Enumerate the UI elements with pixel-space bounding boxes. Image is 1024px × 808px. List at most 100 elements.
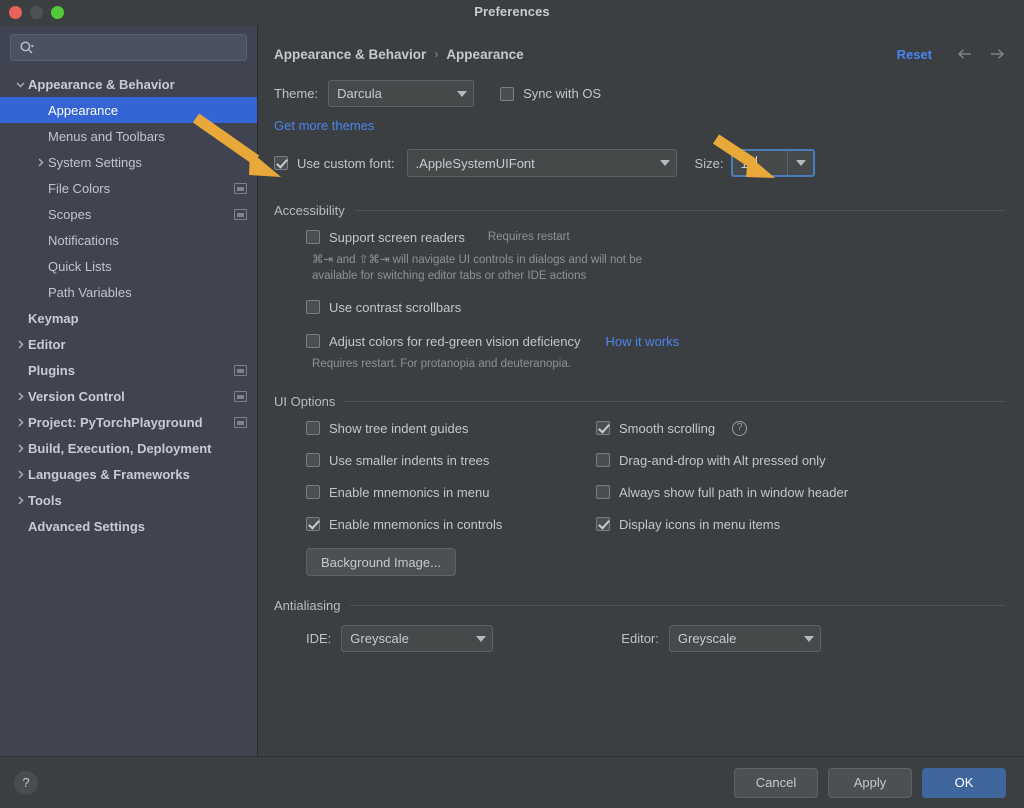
sidebar-item-keymap[interactable]: Keymap (0, 305, 257, 331)
breadcrumb-item-parent[interactable]: Appearance & Behavior (274, 47, 426, 62)
sidebar-item-editor[interactable]: Editor (0, 331, 257, 357)
get-more-themes-link[interactable]: Get more themes (274, 118, 374, 133)
ui-option-display-icons-in-menu-items-row[interactable]: Display icons in menu items (596, 513, 1006, 535)
ui-option-show-tree-indent-guides-row[interactable]: Show tree indent guides (306, 417, 596, 439)
support-screen-readers-checkbox[interactable] (306, 230, 320, 244)
search-box[interactable] (10, 34, 247, 61)
contrast-scrollbars-row[interactable]: Use contrast scrollbars (306, 296, 1006, 318)
ui-option-use-smaller-indents-in-trees-row[interactable]: Use smaller indents in trees (306, 449, 596, 471)
section-divider (344, 401, 1006, 402)
font-size-input[interactable]: 14 (733, 151, 787, 175)
adjust-colors-row[interactable]: Adjust colors for red-green vision defic… (306, 330, 1006, 352)
sync-with-os-checkbox[interactable] (500, 86, 515, 101)
antialiasing-row: IDE: Greyscale Editor: Greyscale (306, 625, 1006, 652)
breadcrumb-item-current: Appearance (446, 46, 524, 62)
contrast-scrollbars-checkbox[interactable] (306, 300, 320, 314)
sidebar-search-wrap (0, 34, 257, 69)
ui-option-checkbox[interactable] (306, 453, 320, 467)
help-question-icon[interactable]: ? (732, 420, 748, 436)
sidebar-item-label: Editor (28, 336, 66, 352)
font-size-dropdown-button[interactable] (787, 151, 814, 175)
cancel-button[interactable]: Cancel (734, 767, 818, 798)
editor-antialiasing-select[interactable]: Greyscale (668, 625, 821, 652)
chevron-down-icon (798, 635, 820, 642)
adjust-colors-checkbox[interactable] (306, 334, 320, 348)
ui-option-checkbox[interactable] (596, 453, 610, 467)
screen-readers-detail-line2: available for switching editor tabs or o… (312, 270, 587, 282)
sidebar-item-system-settings[interactable]: System Settings (0, 149, 257, 175)
sidebar-item-label: Build, Execution, Deployment (28, 440, 212, 456)
accessibility-options: Support screen readers Requires restart … (306, 226, 1006, 372)
sidebar-item-tools[interactable]: Tools (0, 487, 257, 513)
sync-with-os-row[interactable]: Sync with OS (500, 83, 601, 105)
ui-option-checkbox[interactable] (306, 517, 320, 531)
chevron-right-icon[interactable] (12, 495, 28, 506)
ui-option-label: Display icons in menu items (619, 516, 781, 532)
chevron-right-icon[interactable] (12, 339, 28, 350)
sidebar-item-version-control[interactable]: Version Control (0, 383, 257, 409)
apply-button[interactable]: Apply (828, 767, 912, 798)
sidebar-item-project-pytorchplayground[interactable]: Project: PyTorchPlayground (0, 409, 257, 435)
ok-button[interactable]: OK (922, 767, 1006, 798)
ui-option-label: Use smaller indents in trees (329, 452, 490, 468)
support-screen-readers-detail: ⌘⇥ and ⇧⌘⇥ will navigate UI controls in … (312, 252, 1006, 284)
font-family-select[interactable]: .AppleSystemUIFont (406, 149, 677, 177)
arrow-right-icon[interactable] (988, 45, 1006, 63)
arrow-left-icon[interactable] (956, 45, 974, 63)
sidebar-item-build-execution-deployment[interactable]: Build, Execution, Deployment (0, 435, 257, 461)
preferences-window: Preferences Appearance & Behavior Appeara (0, 0, 1024, 808)
sidebar-item-advanced-settings[interactable]: Advanced Settings (0, 513, 257, 539)
sidebar-item-appearance[interactable]: Appearance (0, 97, 257, 123)
font-family-value: .AppleSystemUIFont (415, 155, 535, 171)
theme-row: Theme: Darcula Sync with OS (274, 80, 1006, 107)
sidebar-item-appearance-behavior[interactable]: Appearance & Behavior (0, 71, 257, 97)
chevron-down-icon (470, 635, 492, 642)
chevron-right-icon[interactable] (12, 417, 28, 428)
background-image-button[interactable]: Background Image... (306, 548, 456, 576)
support-screen-readers-row[interactable]: Support screen readers Requires restart (306, 226, 1006, 248)
chevron-right-icon[interactable] (12, 469, 28, 480)
ide-antialiasing-select[interactable]: Greyscale (341, 625, 494, 652)
settings-content: Appearance & Behavior › Appearance Reset (258, 26, 1024, 756)
ui-option-checkbox[interactable] (596, 421, 610, 435)
ui-option-always-show-full-path-in-window-header-row[interactable]: Always show full path in window header (596, 481, 1006, 503)
sidebar-item-plugins[interactable]: Plugins (0, 357, 257, 383)
ui-option-checkbox[interactable] (306, 421, 320, 435)
ui-options-section-header: UI Options (274, 394, 1006, 409)
chevron-right-icon[interactable] (12, 443, 28, 454)
use-custom-font-checkbox[interactable] (274, 156, 288, 170)
accessibility-section-header: Accessibility (274, 203, 1006, 218)
search-input[interactable] (35, 39, 246, 56)
sidebar-item-scopes[interactable]: Scopes (0, 201, 257, 227)
sidebar-item-menus-and-toolbars[interactable]: Menus and Toolbars (0, 123, 257, 149)
settings-sidebar: Appearance & Behavior Appearance Menus and… (0, 26, 258, 756)
chevron-right-icon[interactable] (32, 157, 48, 168)
adjust-colors-detail: Requires restart. For protanopia and deu… (312, 358, 571, 370)
ui-option-checkbox[interactable] (596, 485, 610, 499)
reset-link[interactable]: Reset (897, 47, 932, 62)
ui-option-checkbox[interactable] (306, 485, 320, 499)
font-size-spinner[interactable]: 14 (731, 149, 816, 177)
font-size-value: 14 (740, 155, 755, 171)
sidebar-item-languages-frameworks[interactable]: Languages & Frameworks (0, 461, 257, 487)
sidebar-item-path-variables[interactable]: Path Variables (0, 279, 257, 305)
theme-select[interactable]: Darcula (328, 80, 475, 107)
nav-arrows (956, 45, 1006, 63)
use-custom-font-row[interactable]: Use custom font: (274, 152, 395, 174)
sidebar-item-file-colors[interactable]: File Colors (0, 175, 257, 201)
ui-option-smooth-scrolling-row[interactable]: Smooth scrolling? (596, 417, 1006, 439)
sidebar-item-label: Advanced Settings (28, 518, 146, 534)
ui-options-grid: Show tree indent guides Smooth scrolling?… (306, 417, 1006, 535)
chevron-right-icon[interactable] (12, 391, 28, 402)
sidebar-item-notifications[interactable]: Notifications (0, 227, 257, 253)
chevron-down-icon[interactable] (12, 79, 28, 90)
help-button[interactable]: ? (14, 770, 38, 795)
ui-option-drag-and-drop-with-alt-pressed-only-row[interactable]: Drag-and-drop with Alt pressed only (596, 449, 1006, 471)
ui-option-enable-mnemonics-in-menu-row[interactable]: Enable mnemonics in menu (306, 481, 596, 503)
sidebar-item-label: Tools (28, 492, 62, 508)
ui-option-checkbox[interactable] (596, 517, 610, 531)
sidebar-item-quick-lists[interactable]: Quick Lists (0, 253, 257, 279)
ui-option-enable-mnemonics-in-controls-row[interactable]: Enable mnemonics in controls (306, 513, 596, 535)
ide-antialiasing-label: IDE: (306, 631, 332, 646)
how-it-works-link[interactable]: How it works (605, 334, 679, 349)
